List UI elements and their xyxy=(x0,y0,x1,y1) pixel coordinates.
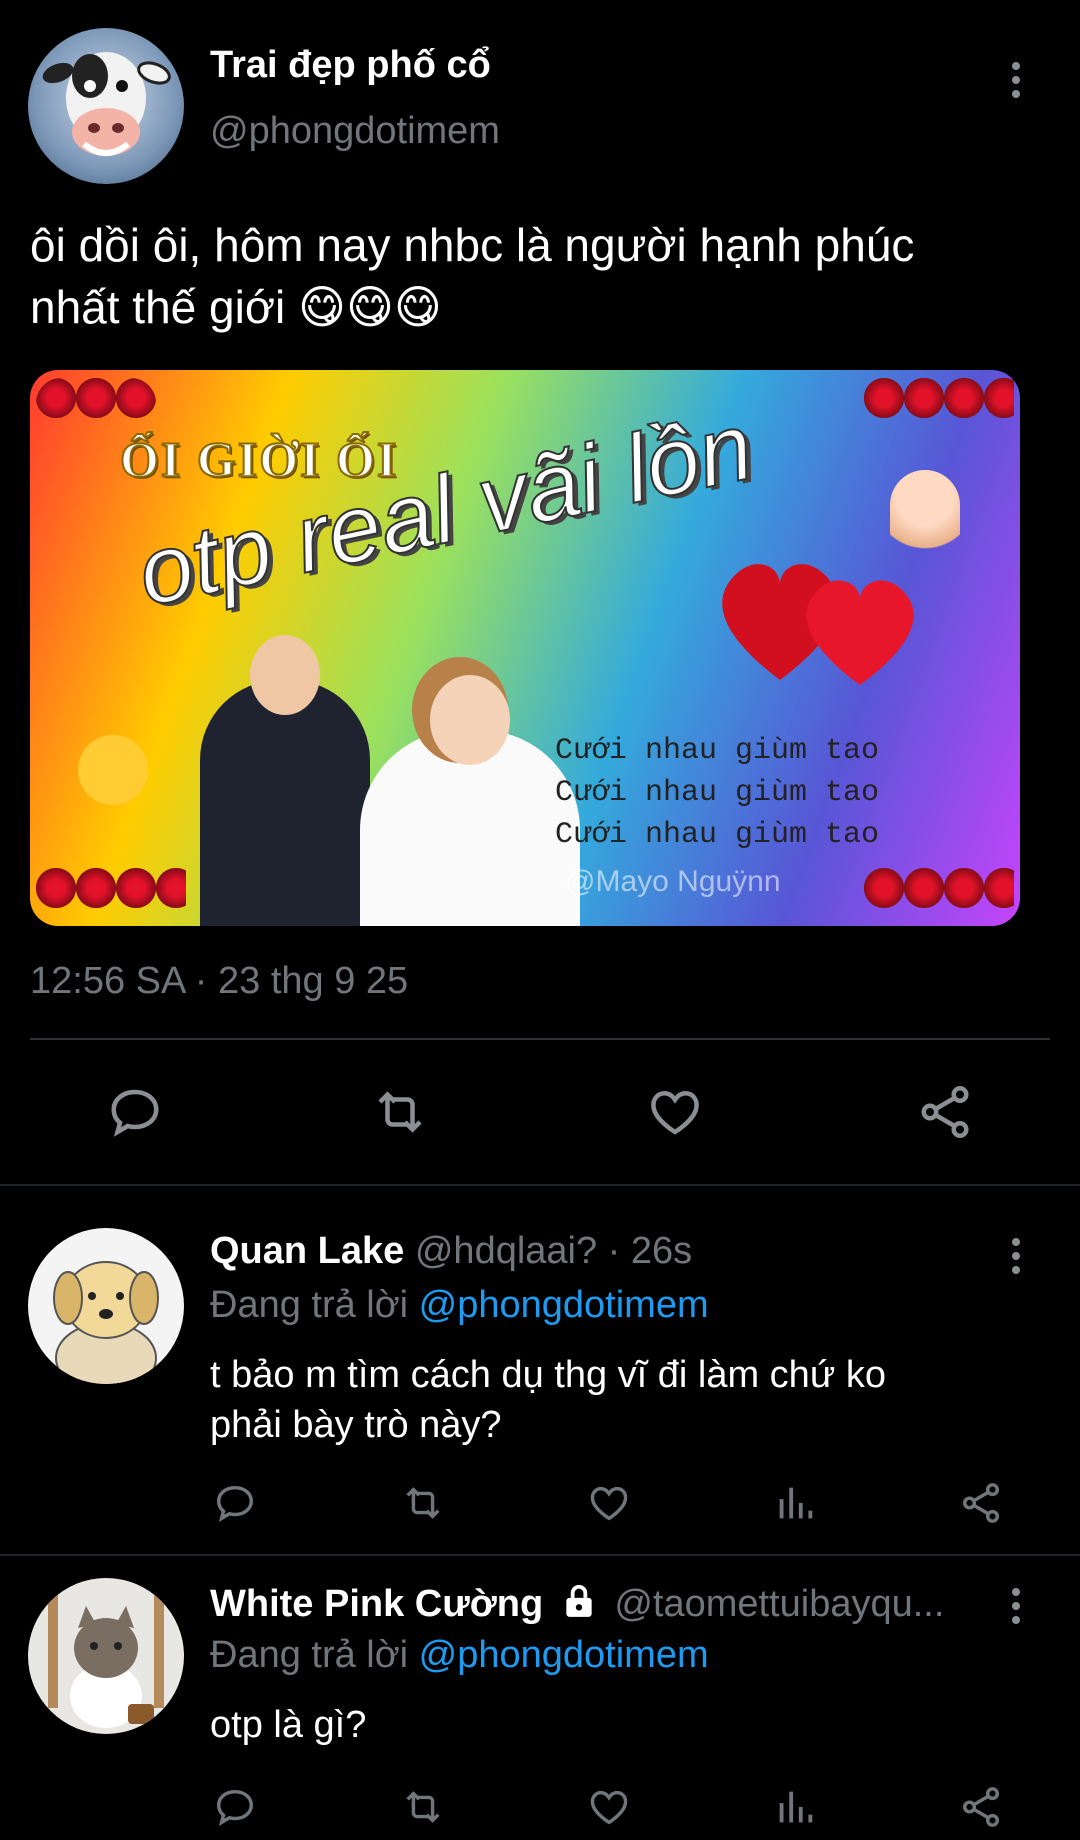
groom-head xyxy=(250,635,320,715)
reply-text-line: phải bày trò này? xyxy=(210,1404,502,1446)
reply-header: Quan Lake @hdqlaai? · 26s xyxy=(210,1230,692,1273)
rose-decoration-icon xyxy=(36,378,156,428)
hearts-icon xyxy=(722,564,914,685)
author-avatar[interactable] xyxy=(28,28,184,184)
like-button[interactable] xyxy=(645,1082,705,1147)
retweet-icon xyxy=(406,1487,440,1519)
crying-emoji-icon xyxy=(78,735,148,805)
reply-text-line: t bảo m tìm cách dụ thg vĩ đi làm chứ ko xyxy=(210,1354,886,1396)
share-button[interactable] xyxy=(958,1480,1004,1531)
analytics-button[interactable] xyxy=(772,1480,818,1531)
section-divider xyxy=(0,1554,1080,1556)
divider xyxy=(30,1038,1050,1040)
share-icon xyxy=(962,1483,1000,1523)
more-options-icon[interactable] xyxy=(1006,62,1026,98)
author-handle[interactable]: @phongdotimem xyxy=(210,110,500,153)
rose-decoration-icon xyxy=(36,868,186,918)
emoji-group: 😋😋😋 xyxy=(298,281,442,333)
reply-text-line: otp là gì? xyxy=(210,1704,367,1746)
retweet-button[interactable] xyxy=(400,1784,446,1835)
media-line: Cưới nhau giùm tao xyxy=(555,734,880,768)
cupid-icon xyxy=(890,470,960,560)
analytics-icon xyxy=(779,1487,813,1519)
retweet-icon xyxy=(406,1791,440,1823)
share-icon xyxy=(921,1086,969,1138)
share-button[interactable] xyxy=(958,1784,1004,1835)
reply-button[interactable] xyxy=(105,1082,165,1147)
reply-icon xyxy=(111,1089,159,1137)
media-watermark: @Mayo Nguÿnn xyxy=(565,865,781,898)
share-icon xyxy=(962,1787,1000,1827)
media-line: Cưới nhau giùm tao xyxy=(555,776,880,810)
author-display-name[interactable]: Trai đẹp phố cổ xyxy=(210,44,491,87)
media-headline: otp real vãi lồn xyxy=(128,391,763,627)
share-button[interactable] xyxy=(915,1082,975,1147)
reply-header: White Pink Cường @taomettuibayqu... xyxy=(210,1582,944,1626)
cow-face-icon xyxy=(42,52,171,156)
replying-to-handle[interactable]: @phongdotimem xyxy=(419,1634,709,1676)
media-lines: Cưới nhau giùm tao Cưới nhau giùm tao Cư… xyxy=(555,730,879,856)
reply-display-name[interactable]: Quan Lake xyxy=(210,1230,404,1272)
replying-label: Đang trả lời xyxy=(210,1284,409,1326)
heart-icon xyxy=(590,1790,628,1825)
tweet-media-image[interactable]: ỐI GIỜI ỐI otp real vãi lồn Cưới nhau gi… xyxy=(30,370,1020,926)
heart-icon xyxy=(651,1090,699,1135)
tweet-text-line: ôi dồi ôi, hôm nay nhbc là người hạnh ph… xyxy=(30,219,915,271)
reply-icon xyxy=(216,1789,254,1826)
retweet-button[interactable] xyxy=(370,1082,430,1147)
replying-to-handle[interactable]: @phongdotimem xyxy=(419,1284,709,1326)
reply-text: otp là gì? xyxy=(210,1700,366,1750)
bride-head xyxy=(430,675,510,765)
rose-decoration-icon xyxy=(864,378,1014,428)
retweet-icon xyxy=(378,1091,422,1133)
groom-figure xyxy=(200,680,370,926)
tweet-text-line: nhất thế giới 😋😋😋 xyxy=(30,281,442,333)
more-options-icon[interactable] xyxy=(1006,1588,1026,1624)
like-button[interactable] xyxy=(586,1784,632,1835)
replying-to: Đang trả lời @phongdotimem xyxy=(210,1284,709,1327)
section-divider xyxy=(0,1184,1080,1186)
dog-avatar-icon xyxy=(53,1261,159,1384)
tweet-timestamp[interactable]: 12:56 SA · 23 thg 9 25 xyxy=(30,960,408,1003)
reply-avatar[interactable] xyxy=(28,1228,184,1384)
replying-label: Đang trả lời xyxy=(210,1634,409,1676)
reply-handle-time[interactable]: @hdqlaai? · 26s xyxy=(415,1230,692,1272)
cat-avatar-icon xyxy=(48,1588,164,1728)
reply-avatar[interactable] xyxy=(28,1578,184,1734)
analytics-icon xyxy=(779,1791,813,1823)
reply-handle-time[interactable]: @taomettuibayqu... xyxy=(614,1583,944,1625)
more-options-icon[interactable] xyxy=(1006,1238,1026,1274)
heart-icon xyxy=(590,1486,628,1521)
replying-to: Đang trả lời @phongdotimem xyxy=(210,1634,709,1677)
lock-icon xyxy=(566,1584,592,1617)
tweet-text: ôi dồi ôi, hôm nay nhbc là người hạnh ph… xyxy=(30,214,1060,338)
reply-display-name[interactable]: White Pink Cường xyxy=(210,1583,543,1625)
reply-button[interactable] xyxy=(212,1784,258,1835)
rose-decoration-icon xyxy=(864,868,1014,918)
media-line: Cưới nhau giùm tao xyxy=(555,818,880,852)
reply-icon xyxy=(216,1485,254,1522)
like-button[interactable] xyxy=(586,1480,632,1531)
retweet-button[interactable] xyxy=(400,1480,446,1531)
reply-button[interactable] xyxy=(212,1480,258,1531)
reply-text: t bảo m tìm cách dụ thg vĩ đi làm chứ ko… xyxy=(210,1350,886,1450)
analytics-button[interactable] xyxy=(772,1784,818,1835)
